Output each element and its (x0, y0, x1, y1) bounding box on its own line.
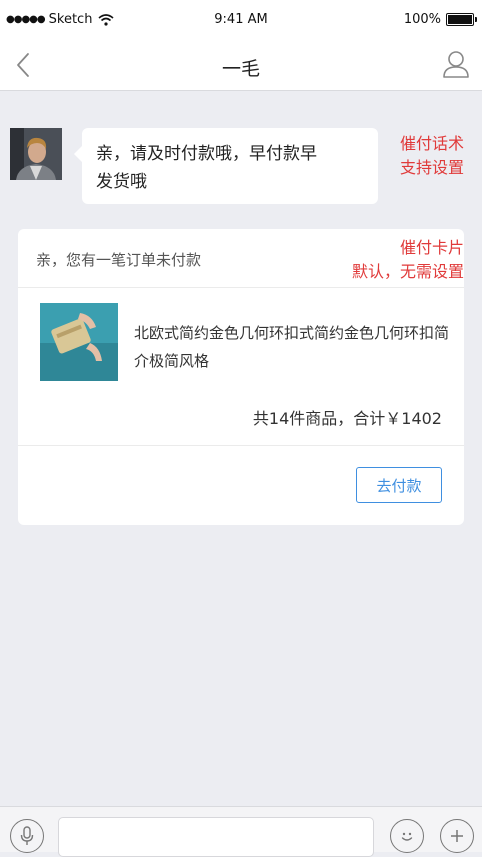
input-bar (0, 806, 482, 857)
card-divider (18, 445, 464, 446)
annotation-reminder-line1: 催付话术 (399, 134, 464, 153)
emoji-button[interactable] (390, 819, 424, 853)
annotation-card-line2: 默认，无需设置 (351, 262, 464, 281)
message-input[interactable] (58, 817, 374, 857)
avatar-photo (10, 128, 62, 180)
battery-percent: 100% (403, 12, 441, 27)
product-photo (40, 303, 118, 381)
microphone-icon (20, 826, 34, 845)
message-text-line2: 发货哦 (96, 172, 147, 192)
voice-button[interactable] (10, 819, 44, 853)
more-button[interactable] (440, 819, 474, 853)
card-header-text: 亲，您有一笔订单未付款 (36, 251, 202, 269)
plus-icon (451, 830, 463, 842)
page-title: 一毛 (221, 58, 260, 80)
pay-button[interactable]: 去付款 (356, 467, 442, 503)
annotation-reminder-line2: 支持设置 (399, 158, 464, 177)
back-icon (17, 53, 29, 77)
order-summary: 共14件商品，合计￥1402 (252, 409, 442, 428)
annotation-card: 催付卡片 默认，无需设置 (352, 236, 464, 284)
avatar[interactable] (10, 128, 62, 180)
status-bar: ●●●●● Sketch 9:41 AM 100% (0, 0, 482, 40)
nav-bar: 一毛 (0, 40, 482, 91)
status-right: 100% (403, 12, 477, 27)
annotation-reminder: 催付话术 支持设置 (400, 132, 464, 180)
battery-icon (446, 13, 477, 26)
profile-button[interactable] (438, 46, 474, 82)
annotation-card-line1: 催付卡片 (399, 238, 464, 257)
back-button[interactable] (8, 48, 38, 82)
message-text-line1: 亲，请及时付款哦，早付款早 (96, 144, 317, 164)
product-image[interactable] (40, 303, 118, 381)
profile-icon (443, 51, 469, 78)
product-title[interactable]: 北欧式简约金色几何环扣式简约金色几何环扣简介极简风格 (134, 319, 450, 375)
emoji-icon (401, 832, 413, 841)
message-bubble: 亲，请及时付款哦，早付款早 发货哦 (74, 128, 378, 204)
